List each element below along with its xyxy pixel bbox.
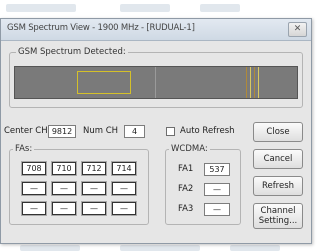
channel-setting-button[interactable]: Channel Setting... <box>253 203 303 229</box>
fa-field[interactable]: — <box>82 182 106 195</box>
fa-field[interactable]: 710 <box>52 162 76 175</box>
close-button[interactable]: Close <box>253 122 303 142</box>
spectrum-channel-line <box>250 67 251 98</box>
num-ch-field[interactable]: 4 <box>124 125 145 138</box>
spectrum-channel-line <box>254 67 255 98</box>
refresh-button[interactable]: Refresh <box>253 176 303 196</box>
fa-field[interactable]: — <box>22 202 46 215</box>
fa-field[interactable]: — <box>52 202 76 215</box>
cancel-button[interactable]: Cancel <box>253 149 303 169</box>
auto-refresh-label: Auto Refresh <box>180 126 235 136</box>
center-ch-field[interactable]: 9812 <box>48 125 76 138</box>
fa-field[interactable]: 714 <box>112 162 136 175</box>
num-ch-label: Num CH <box>83 126 119 136</box>
fa-field[interactable]: — <box>52 182 76 195</box>
background-blur-right <box>200 4 240 12</box>
spectrum-center-marker <box>155 67 156 98</box>
wcdma-group: WCDMA: FA1 537 FA2 — FA3 — <box>165 144 241 225</box>
spectrum-display <box>14 66 298 99</box>
spectrum-highlight-box <box>77 71 131 94</box>
gsm-spectrum-dialog: GSM Spectrum View - 1900 MHz - [RUDUAL-1… <box>0 18 312 244</box>
background-blur-bottom-2 <box>120 245 200 251</box>
title-bar[interactable]: GSM Spectrum View - 1900 MHz - [RUDUAL-1… <box>1 19 311 41</box>
fa-field[interactable]: — <box>112 202 136 215</box>
background-blur-bottom-1 <box>20 245 80 251</box>
spectrum-group: GSM Spectrum Detected: <box>9 47 303 108</box>
window-close-button[interactable]: ✕ <box>288 22 307 37</box>
background-blur-mid <box>120 4 170 12</box>
background-blur-bottom-3 <box>230 245 280 251</box>
fas-group-label: FAs: <box>13 144 35 155</box>
wcdma-fa2-label: FA2 <box>178 184 194 194</box>
background-blur-left <box>6 4 76 12</box>
wcdma-fa3-field[interactable]: — <box>204 203 230 216</box>
spectrum-group-label: GSM Spectrum Detected: <box>16 47 128 58</box>
fa-field[interactable]: 708 <box>22 162 46 175</box>
auto-refresh-checkbox[interactable] <box>166 127 175 136</box>
window-title: GSM Spectrum View - 1900 MHz - [RUDUAL-1… <box>7 23 195 33</box>
wcdma-group-label: WCDMA: <box>169 144 210 155</box>
wcdma-fa3-label: FA3 <box>178 204 194 214</box>
spectrum-channel-line <box>246 67 247 98</box>
spectrum-channel-line <box>258 67 259 98</box>
wcdma-fa1-field[interactable]: 537 <box>204 163 230 176</box>
fa-field[interactable]: — <box>82 202 106 215</box>
wcdma-fa1-label: FA1 <box>178 164 194 174</box>
close-icon: ✕ <box>293 24 302 34</box>
fa-field[interactable]: — <box>22 182 46 195</box>
fa-field[interactable]: — <box>112 182 136 195</box>
center-ch-label: Center CH <box>4 126 48 136</box>
fas-group: FAs: 708 710 712 714 — — — — — — — — <box>9 144 149 225</box>
screenshot-stage: GSM Spectrum View - 1900 MHz - [RUDUAL-1… <box>0 0 322 251</box>
fa-field[interactable]: 712 <box>82 162 106 175</box>
wcdma-fa2-field[interactable]: — <box>204 183 230 196</box>
